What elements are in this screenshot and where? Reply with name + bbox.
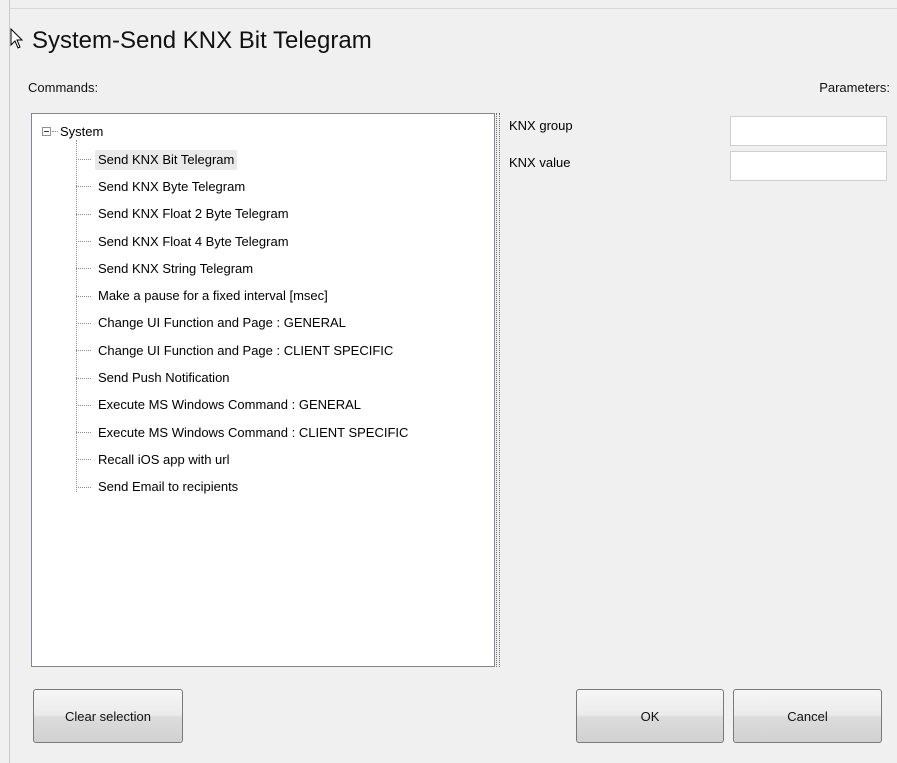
tree-item[interactable]: Execute MS Windows Command : CLIENT SPEC…	[76, 419, 411, 446]
tree-item[interactable]: Change UI Function and Page : GENERAL	[76, 310, 411, 337]
tree-connector	[76, 268, 91, 270]
knx-group-field[interactable]	[730, 116, 887, 146]
tree-item[interactable]: Make a pause for a fixed interval [msec]	[76, 282, 411, 309]
cancel-button[interactable]: Cancel	[733, 689, 882, 743]
tree-item-label: Send Email to recipients	[98, 479, 239, 495]
commands-tree[interactable]: System Send KNX Bit Telegram Send KNX Byt…	[31, 113, 495, 667]
dialog-title: System-Send KNX Bit Telegram	[32, 27, 372, 54]
collapse-minus-icon[interactable]	[42, 127, 51, 136]
param-label-knx-group: KNX group	[509, 118, 573, 133]
clear-selection-button[interactable]: Clear selection	[33, 689, 183, 743]
tree-connector	[76, 159, 91, 161]
ok-button[interactable]: OK	[576, 689, 724, 743]
tree-connector	[76, 186, 91, 188]
panel-splitter[interactable]	[496, 113, 500, 667]
window-left-border	[9, 0, 10, 763]
parameters-label: Parameters:	[819, 80, 890, 95]
commands-label: Commands:	[28, 80, 99, 95]
tree-item[interactable]: Send KNX Byte Telegram	[76, 173, 411, 200]
tree-connector	[76, 241, 91, 243]
tree-connector	[76, 404, 91, 406]
knx-value-field[interactable]	[730, 151, 887, 181]
tree-connector	[76, 350, 91, 352]
tree-item-label: Change UI Function and Page : CLIENT SPE…	[98, 342, 394, 358]
arrow-cursor-icon	[10, 28, 24, 49]
tree-node-system[interactable]: System	[42, 123, 103, 140]
tree-item-label: Make a pause for a fixed interval [msec]	[98, 288, 328, 304]
tree-item[interactable]: Send KNX String Telegram	[76, 255, 411, 282]
tree-item-label: Send KNX Float 4 Byte Telegram	[98, 233, 289, 249]
tree-item[interactable]: Send KNX Float 2 Byte Telegram	[76, 201, 411, 228]
tree-item-label: Send KNX Byte Telegram	[98, 178, 246, 194]
tree-connector	[76, 322, 91, 324]
tree-connector	[76, 213, 91, 215]
tree-item-label: Send Push Notification	[98, 370, 230, 386]
param-label-knx-value: KNX value	[509, 155, 571, 170]
tree-connector	[76, 295, 91, 297]
tree-item[interactable]: Execute MS Windows Command : GENERAL	[76, 392, 411, 419]
send-knx-bit-telegram-dialog: System-Send KNX Bit Telegram Commands: P…	[0, 0, 897, 763]
tree-item[interactable]: Change UI Function and Page : CLIENT SPE…	[76, 337, 411, 364]
window-top-border	[9, 8, 897, 9]
tree-connector	[76, 486, 91, 488]
tree-item[interactable]: Send KNX Float 4 Byte Telegram	[76, 228, 411, 255]
tree-item[interactable]: Send Push Notification	[76, 364, 411, 391]
tree-connector	[76, 432, 91, 434]
tree-item[interactable]: Recall iOS app with url	[76, 446, 411, 473]
tree-item-label: Send KNX Bit Telegram	[95, 149, 238, 170]
tree-item-label: Recall iOS app with url	[98, 451, 230, 467]
tree-connector	[76, 377, 91, 379]
tree-node-label: System	[60, 124, 104, 139]
tree-item-label: Change UI Function and Page : GENERAL	[98, 315, 346, 331]
tree-item[interactable]: Send KNX Bit Telegram	[76, 146, 411, 173]
tree-item-label: Send KNX String Telegram	[98, 260, 254, 276]
tree-item-label: Send KNX Float 2 Byte Telegram	[98, 206, 289, 222]
tree-item-label: Execute MS Windows Command : CLIENT SPEC…	[98, 424, 409, 440]
tree-connector	[76, 459, 91, 461]
tree-item-list: Send KNX Bit Telegram Send KNX Byte Teleg…	[76, 146, 411, 501]
tree-item-label: Execute MS Windows Command : GENERAL	[98, 397, 361, 413]
tree-connector	[52, 130, 58, 133]
tree-item[interactable]: Send Email to recipients	[76, 474, 411, 501]
